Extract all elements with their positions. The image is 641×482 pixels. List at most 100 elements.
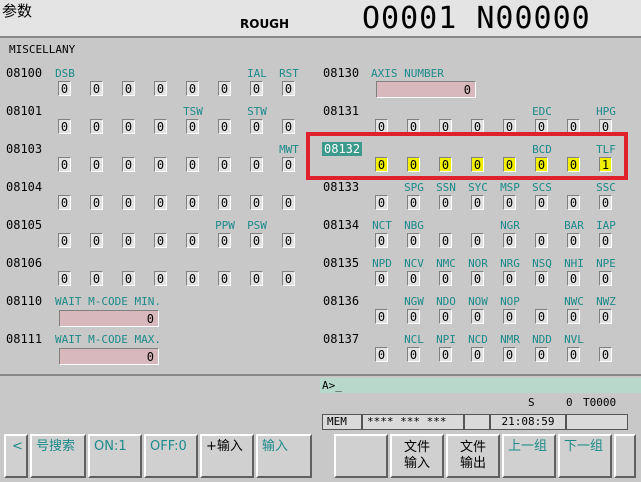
bit-cell[interactable]: 0 (154, 119, 167, 134)
bit-cell[interactable]: 0 (218, 195, 231, 210)
bit-cell[interactable]: 0 (186, 233, 199, 248)
bit-cell[interactable]: 0 (567, 195, 580, 210)
bit-cell[interactable]: 0 (122, 271, 135, 286)
bit-cell[interactable]: 0 (58, 195, 71, 210)
bit-cell[interactable]: 0 (122, 195, 135, 210)
bit-cell[interactable]: 0 (122, 81, 135, 96)
value-field[interactable]: 0 (59, 348, 159, 365)
bit-cell[interactable]: 0 (218, 81, 231, 96)
bit-cell[interactable]: 0 (122, 157, 135, 172)
bit-cell[interactable]: 0 (218, 119, 231, 134)
bit-cell[interactable]: 0 (58, 233, 71, 248)
bit-cell[interactable]: 0 (122, 119, 135, 134)
bit-cell[interactable]: 0 (250, 157, 263, 172)
bit-cell[interactable]: 0 (154, 81, 167, 96)
bit-cell[interactable]: 0 (250, 195, 263, 210)
softkey-number-search[interactable]: 号搜索 (30, 434, 86, 478)
bit-cell[interactable]: 0 (599, 233, 612, 248)
bit-cell[interactable]: 0 (282, 195, 295, 210)
bit-cell[interactable]: 0 (407, 309, 420, 324)
softkey-off[interactable]: OFF:0 (144, 434, 198, 478)
bit-cell[interactable]: 0 (282, 81, 295, 96)
bit-cell[interactable]: 0 (250, 119, 263, 134)
bit-cell[interactable]: 0 (535, 347, 548, 362)
bit-cell[interactable]: 0 (567, 271, 580, 286)
bit-cell[interactable]: 0 (218, 233, 231, 248)
bit-cell[interactable]: 0 (439, 195, 452, 210)
bit-cell[interactable]: 0 (471, 347, 484, 362)
softkey-prev-group[interactable]: 上一组 (502, 434, 556, 478)
bit-cell[interactable]: 0 (535, 309, 548, 324)
bit-cell[interactable]: 0 (250, 271, 263, 286)
value-field[interactable]: 0 (59, 310, 159, 327)
softkey-left-arrow[interactable]: < (4, 434, 28, 478)
bit-cell[interactable]: 0 (90, 233, 103, 248)
bit-cell[interactable]: 0 (186, 271, 199, 286)
bit-cell[interactable]: 0 (154, 233, 167, 248)
bit-cell[interactable]: 0 (90, 81, 103, 96)
bit-cell[interactable]: 0 (599, 195, 612, 210)
bit-cell[interactable]: 0 (282, 157, 295, 172)
softkey-file-input[interactable]: 文件 输入 (390, 434, 444, 478)
bit-cell[interactable]: 0 (186, 195, 199, 210)
bit-cell[interactable]: 0 (90, 195, 103, 210)
bit-cell[interactable]: 0 (58, 271, 71, 286)
bit-cell[interactable]: 0 (407, 233, 420, 248)
bit-cell[interactable]: 0 (282, 271, 295, 286)
softkey-file-output[interactable]: 文件 输出 (446, 434, 500, 478)
bit-cell[interactable]: 0 (567, 233, 580, 248)
bit-cell[interactable]: 0 (282, 119, 295, 134)
bit-cell[interactable]: 0 (154, 195, 167, 210)
bit-cell[interactable]: 0 (471, 271, 484, 286)
bit-cell[interactable]: 0 (375, 233, 388, 248)
softkey-on[interactable]: ON:1 (88, 434, 142, 478)
bit-cell[interactable]: 0 (535, 233, 548, 248)
bit-cell[interactable]: 0 (599, 309, 612, 324)
bit-cell[interactable]: 0 (282, 233, 295, 248)
softkey-right-edge[interactable] (614, 434, 636, 478)
bit-cell[interactable]: 0 (407, 271, 420, 286)
bit-cell[interactable]: 0 (375, 195, 388, 210)
bit-cell[interactable]: 0 (407, 347, 420, 362)
bit-cell[interactable]: 0 (471, 233, 484, 248)
bit-cell[interactable]: 0 (599, 271, 612, 286)
bit-cell[interactable]: 0 (439, 233, 452, 248)
softkey-plus-input[interactable]: +输入 (200, 434, 254, 478)
bit-cell[interactable]: 0 (375, 347, 388, 362)
bit-cell[interactable]: 0 (375, 271, 388, 286)
bit-cell[interactable]: 0 (58, 119, 71, 134)
bit-cell[interactable]: 0 (439, 347, 452, 362)
bit-cell[interactable]: 0 (58, 157, 71, 172)
softkey-blank[interactable] (334, 434, 388, 478)
bit-cell[interactable]: 0 (439, 271, 452, 286)
bit-cell[interactable]: 0 (567, 347, 580, 362)
bit-cell[interactable]: 0 (599, 347, 612, 362)
bit-cell[interactable]: 0 (471, 195, 484, 210)
bit-cell[interactable]: 0 (503, 233, 516, 248)
bit-cell[interactable]: 0 (90, 271, 103, 286)
softkey-next-group[interactable]: 下一组 (558, 434, 612, 478)
bit-cell[interactable]: 0 (471, 309, 484, 324)
bit-cell[interactable]: 0 (186, 81, 199, 96)
bit-cell[interactable]: 0 (186, 119, 199, 134)
bit-cell[interactable]: 0 (250, 81, 263, 96)
command-line-input[interactable]: A>_ (320, 378, 641, 393)
bit-cell[interactable]: 0 (407, 195, 420, 210)
bit-cell[interactable]: 0 (250, 233, 263, 248)
bit-cell[interactable]: 0 (567, 309, 580, 324)
bit-cell[interactable]: 0 (535, 271, 548, 286)
axis-number-field[interactable]: 0 (376, 81, 476, 98)
bit-cell[interactable]: 0 (503, 309, 516, 324)
bit-cell[interactable]: 0 (535, 195, 548, 210)
bit-cell[interactable]: 0 (503, 347, 516, 362)
bit-cell[interactable]: 0 (90, 119, 103, 134)
bit-cell[interactable]: 0 (186, 157, 199, 172)
bit-cell[interactable]: 0 (503, 271, 516, 286)
softkey-input[interactable]: 输入 (256, 434, 312, 478)
bit-cell[interactable]: 0 (122, 233, 135, 248)
bit-cell[interactable]: 0 (58, 81, 71, 96)
bit-cell[interactable]: 0 (375, 309, 388, 324)
bit-cell[interactable]: 0 (154, 271, 167, 286)
bit-cell[interactable]: 0 (154, 157, 167, 172)
bit-cell[interactable]: 0 (218, 157, 231, 172)
